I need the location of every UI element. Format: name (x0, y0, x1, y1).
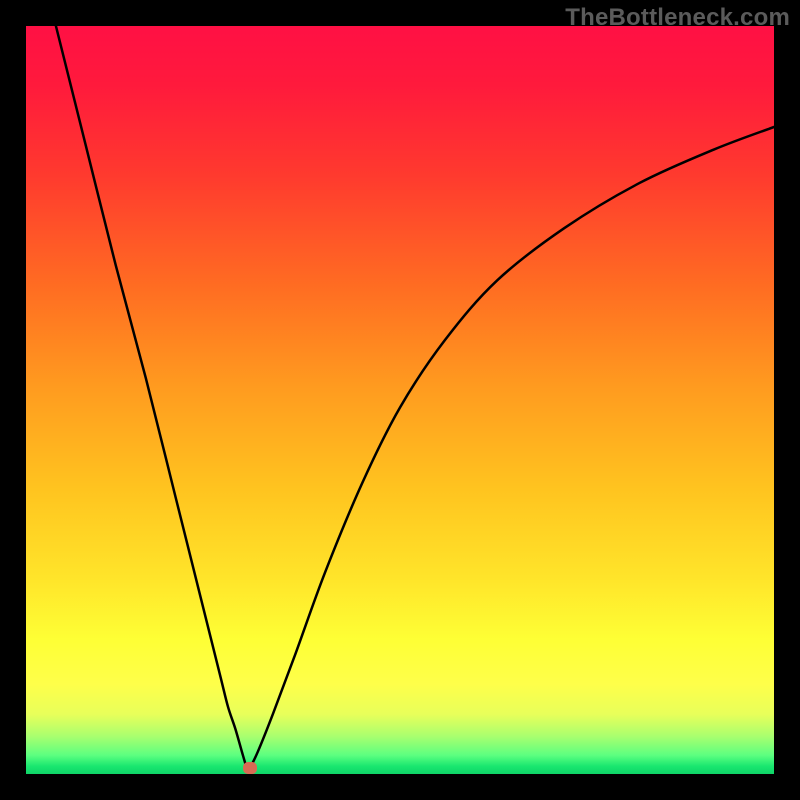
chart-frame: TheBottleneck.com (0, 0, 800, 800)
bottleneck-curve (26, 26, 774, 774)
optimum-marker (243, 762, 257, 774)
watermark-text: TheBottleneck.com (565, 4, 790, 32)
plot-area (26, 26, 774, 774)
